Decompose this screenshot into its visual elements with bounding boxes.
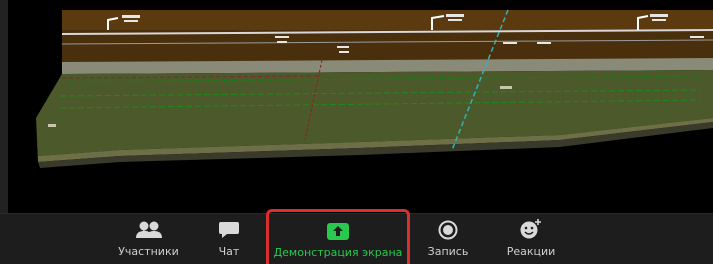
window-left-edge xyxy=(0,0,8,213)
share-screen-button[interactable]: Демонстрация экрана xyxy=(266,209,410,264)
participants-button[interactable]: 2 Участники xyxy=(111,214,186,264)
record-icon xyxy=(438,214,458,240)
share-screen-icon xyxy=(327,212,349,241)
shared-screen-drawing xyxy=(0,0,713,213)
zoom-meeting-window: 2 Участники Чат Демонстрация экрана Запи… xyxy=(0,0,713,264)
reactions-button[interactable]: Реакции xyxy=(500,214,562,264)
reactions-label: Реакции xyxy=(506,245,556,258)
chat-label: Чат xyxy=(218,245,240,258)
participants-label: Участники xyxy=(118,245,179,258)
share-screen-label: Демонстрация экрана xyxy=(273,246,403,259)
reactions-icon xyxy=(519,214,543,240)
record-label: Запись xyxy=(427,245,469,258)
record-button[interactable]: Запись xyxy=(423,214,473,264)
meeting-toolbar: 2 Участники Чат Демонстрация экрана Запи… xyxy=(0,209,713,264)
chat-button[interactable]: Чат xyxy=(206,214,252,264)
participants-count: 2 xyxy=(142,222,149,235)
chat-icon xyxy=(218,214,240,240)
